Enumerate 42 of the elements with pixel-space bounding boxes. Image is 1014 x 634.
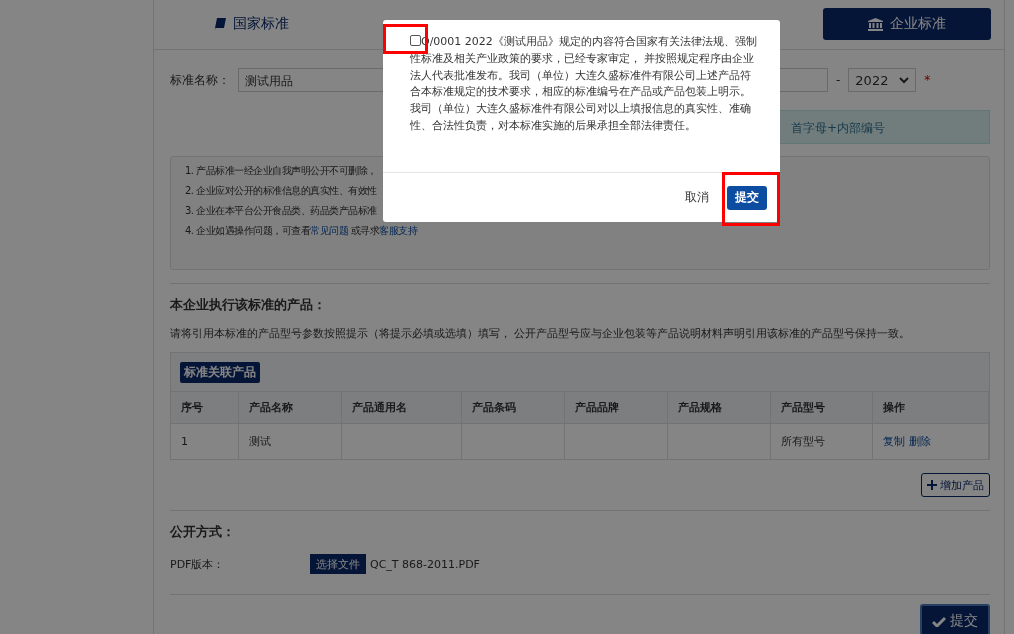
action-link[interactable]: 删除: [909, 435, 932, 448]
section-description: 请将引用本标准的产品型号参数按照提示（将提示必填或选填）填写， 公开产品型号应与企业包装等产品说明材料声明引用该标准的产品型号保持一致。: [170, 326, 912, 341]
submit-button[interactable]: 提交: [920, 604, 990, 634]
highlight-box: [722, 172, 780, 226]
table-cell: 1: [171, 423, 239, 459]
year-select[interactable]: 2022: [848, 68, 917, 92]
separator: -: [836, 73, 841, 87]
column-header: 产品条码: [461, 392, 565, 424]
plus-icon: [927, 480, 937, 490]
required-mark: *: [924, 73, 931, 87]
note-text: 1. 产品标准一经企业自我声明公开不可删除，: [185, 165, 378, 177]
panel-badge: 标准关联产品: [180, 361, 260, 383]
file-name: QC_T 868-2011.PDF: [370, 557, 480, 571]
note-text: 4. 企业如遇操作问题，可查看常见问题 或寻求客服支持: [185, 225, 419, 237]
column-header: 操作: [872, 392, 989, 424]
tab[interactable]: 企业标准: [823, 8, 991, 40]
choose-file-button[interactable]: 选择文件: [310, 554, 366, 574]
column-header: 产品通用名: [341, 392, 462, 424]
section-heading: 本企业执行该标准的产品：: [170, 296, 327, 314]
column-header: 产品品牌: [564, 392, 668, 424]
bank-icon: [868, 17, 883, 31]
tab[interactable]: 国家标准: [168, 8, 336, 40]
column-header: 产品规格: [667, 392, 771, 424]
confirm-button[interactable]: 提交: [727, 185, 767, 210]
book-icon: [215, 18, 226, 30]
section-heading: 公开方式：: [170, 523, 236, 541]
column-header: 序号: [171, 392, 239, 424]
note-text: 3. 企业在本平台公开食品类、药品类产品标准: [185, 205, 378, 217]
check-icon: [932, 615, 946, 627]
column-header: 产品型号: [770, 392, 873, 424]
checkbox[interactable]: [410, 35, 421, 46]
faq-link[interactable]: 常见问题: [310, 225, 349, 236]
table-cell: 测试: [238, 423, 342, 459]
field-label: PDF版本：: [170, 556, 226, 572]
action-link[interactable]: 复制: [883, 435, 906, 448]
add-product-button[interactable]: 增加产品: [921, 473, 990, 497]
table-cell: 所有型号: [770, 423, 873, 459]
field-label: 标准名称：: [170, 71, 231, 89]
support-link[interactable]: 客服支持: [379, 225, 418, 236]
caret-icon: [899, 76, 910, 84]
column-header: 产品名称: [238, 392, 342, 424]
cancel-button[interactable]: 取消: [679, 188, 715, 207]
